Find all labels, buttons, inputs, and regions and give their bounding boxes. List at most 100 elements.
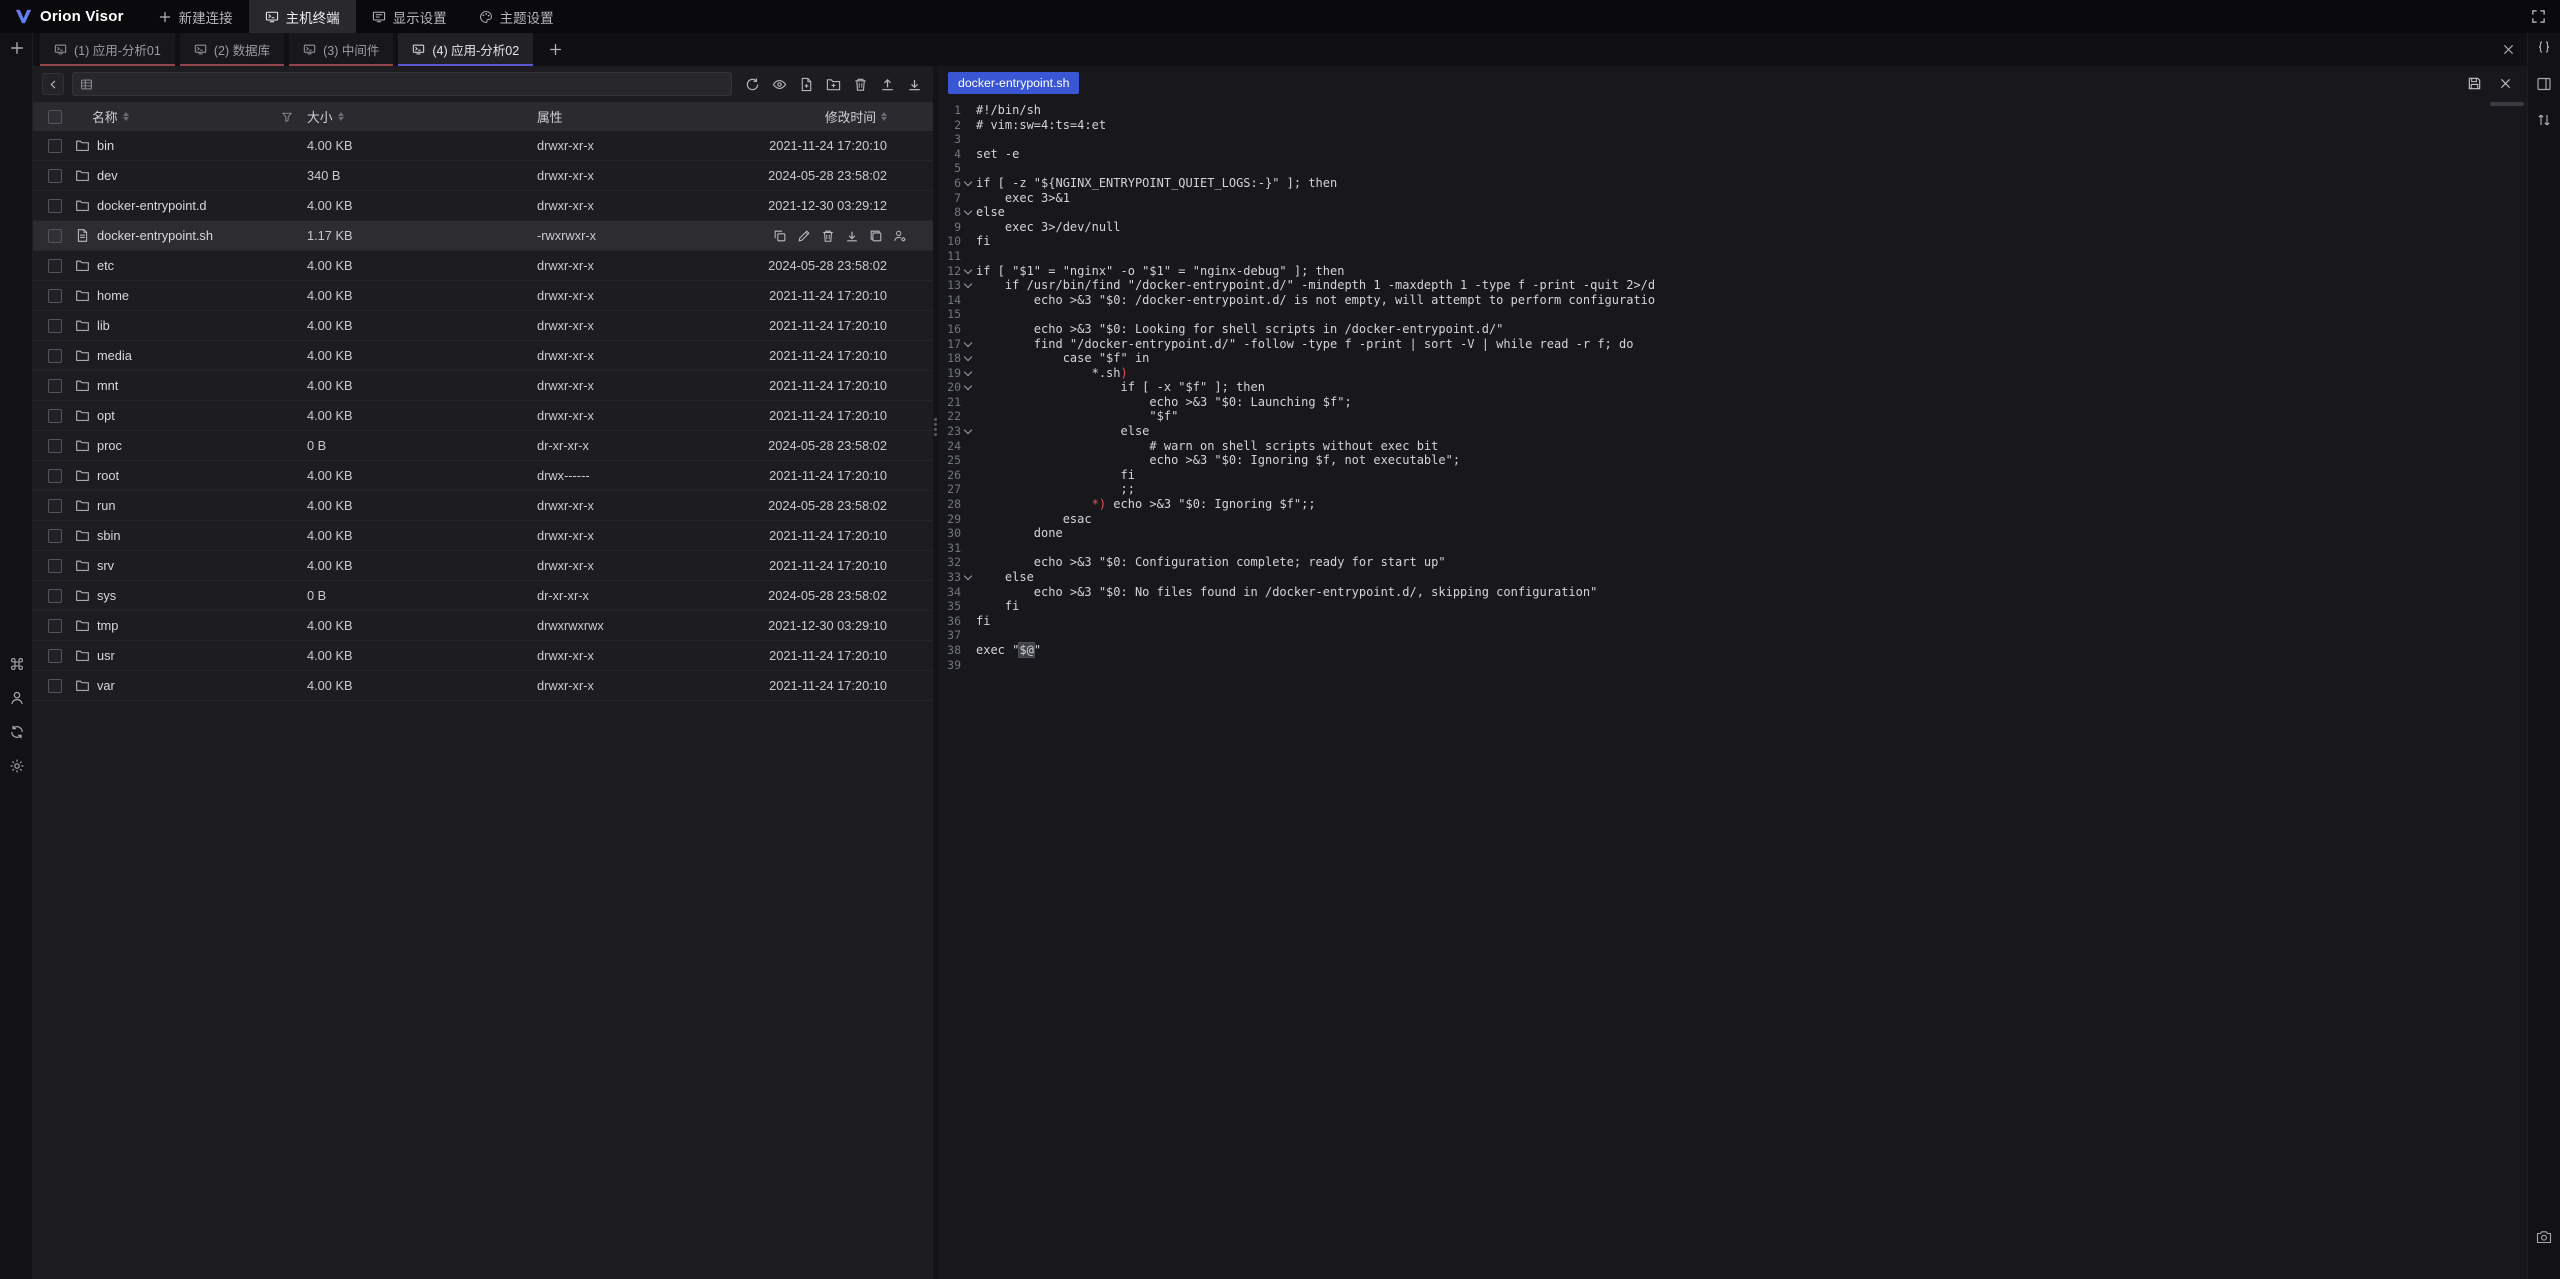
fold-chevron-icon[interactable] bbox=[961, 570, 976, 585]
file-name-cell[interactable]: opt bbox=[71, 408, 307, 423]
fold-chevron-icon[interactable] bbox=[961, 380, 976, 395]
select-all-checkbox[interactable] bbox=[48, 110, 62, 124]
row-checkbox[interactable] bbox=[48, 259, 62, 273]
add-tab-icon[interactable] bbox=[538, 33, 572, 66]
refresh-icon[interactable] bbox=[742, 74, 762, 94]
transfer-list-icon[interactable] bbox=[2527, 105, 2560, 135]
row-checkbox[interactable] bbox=[48, 559, 62, 573]
fold-chevron-icon[interactable] bbox=[961, 366, 976, 381]
row-checkbox[interactable] bbox=[48, 589, 62, 603]
file-row[interactable]: dev340 Bdrwxr-xr-x2024-05-28 23:58:02 bbox=[33, 161, 933, 191]
fold-chevron-icon[interactable] bbox=[961, 424, 976, 439]
file-row[interactable]: var4.00 KBdrwxr-xr-x2021-11-24 17:20:10 bbox=[33, 671, 933, 701]
terminal-tab[interactable]: (4) 应用-分析02 bbox=[398, 33, 533, 66]
nav-item[interactable]: 新建连接 bbox=[142, 0, 249, 33]
permissions-icon[interactable] bbox=[891, 227, 909, 245]
file-name-cell[interactable]: proc bbox=[71, 438, 307, 453]
save-icon[interactable] bbox=[2464, 73, 2484, 93]
file-name-cell[interactable]: var bbox=[71, 678, 307, 693]
upload-icon[interactable] bbox=[877, 74, 897, 94]
file-row[interactable]: docker-entrypoint.d4.00 KBdrwxr-xr-x2021… bbox=[33, 191, 933, 221]
delete-file-icon[interactable] bbox=[819, 227, 837, 245]
download-file-icon[interactable] bbox=[843, 227, 861, 245]
editor-close-icon[interactable] bbox=[2495, 73, 2515, 93]
row-checkbox[interactable] bbox=[48, 529, 62, 543]
file-name-cell[interactable]: media bbox=[71, 348, 307, 363]
row-checkbox[interactable] bbox=[48, 649, 62, 663]
settings-icon[interactable] bbox=[0, 751, 33, 781]
row-checkbox[interactable] bbox=[48, 199, 62, 213]
file-name-cell[interactable]: srv bbox=[71, 558, 307, 573]
row-checkbox[interactable] bbox=[48, 319, 62, 333]
row-checkbox[interactable] bbox=[48, 409, 62, 423]
row-checkbox[interactable] bbox=[48, 619, 62, 633]
fullscreen-icon[interactable] bbox=[2527, 6, 2549, 28]
delete-icon[interactable] bbox=[850, 74, 870, 94]
file-name-cell[interactable]: root bbox=[71, 468, 307, 483]
file-name-cell[interactable]: home bbox=[71, 288, 307, 303]
sort-size-icon[interactable] bbox=[338, 112, 344, 121]
row-checkbox[interactable] bbox=[48, 289, 62, 303]
file-name-cell[interactable]: etc bbox=[71, 258, 307, 273]
file-name-cell[interactable]: sbin bbox=[71, 528, 307, 543]
sync-icon[interactable] bbox=[0, 717, 33, 747]
file-name-cell[interactable]: docker-entrypoint.sh bbox=[71, 228, 307, 243]
code-editor[interactable]: 1#!/bin/sh2# vim:sw=4:ts=4:et34set -e56i… bbox=[939, 100, 2527, 1279]
file-name-cell[interactable]: tmp bbox=[71, 618, 307, 633]
fold-chevron-icon[interactable] bbox=[961, 176, 976, 191]
file-name-cell[interactable]: lib bbox=[71, 318, 307, 333]
file-row[interactable]: mnt4.00 KBdrwxr-xr-x2021-11-24 17:20:10 bbox=[33, 371, 933, 401]
open-file-chip[interactable]: docker-entrypoint.sh bbox=[948, 72, 1079, 94]
fold-chevron-icon[interactable] bbox=[961, 264, 976, 279]
file-row[interactable]: sys0 Bdr-xr-xr-x2024-05-28 23:58:02 bbox=[33, 581, 933, 611]
fold-chevron-icon[interactable] bbox=[961, 337, 976, 352]
edit-icon[interactable] bbox=[795, 227, 813, 245]
command-palette-icon[interactable] bbox=[0, 649, 33, 679]
file-row[interactable]: tmp4.00 KBdrwxrwxrwx2021-12-30 03:29:10 bbox=[33, 611, 933, 641]
fold-chevron-icon[interactable] bbox=[961, 205, 976, 220]
file-row[interactable]: sbin4.00 KBdrwxr-xr-x2021-11-24 17:20:10 bbox=[33, 521, 933, 551]
duplicate-icon[interactable] bbox=[867, 227, 885, 245]
variables-icon[interactable] bbox=[2527, 33, 2560, 63]
row-checkbox[interactable] bbox=[48, 499, 62, 513]
file-name-cell[interactable]: sys bbox=[71, 588, 307, 603]
file-row[interactable]: bin4.00 KBdrwxr-xr-x2021-11-24 17:20:10 bbox=[33, 131, 933, 161]
file-name-cell[interactable]: docker-entrypoint.d bbox=[71, 198, 307, 213]
file-name-cell[interactable]: bin bbox=[71, 138, 307, 153]
row-checkbox[interactable] bbox=[48, 229, 62, 243]
screenshot-icon[interactable] bbox=[2527, 1222, 2560, 1252]
file-name-cell[interactable]: mnt bbox=[71, 378, 307, 393]
sort-mtime-icon[interactable] bbox=[881, 112, 887, 121]
row-checkbox[interactable] bbox=[48, 379, 62, 393]
path-input[interactable] bbox=[99, 77, 724, 91]
file-row[interactable]: proc0 Bdr-xr-xr-x2024-05-28 23:58:02 bbox=[33, 431, 933, 461]
row-checkbox[interactable] bbox=[48, 439, 62, 453]
fold-chevron-icon[interactable] bbox=[961, 278, 976, 293]
file-row[interactable]: lib4.00 KBdrwxr-xr-x2021-11-24 17:20:10 bbox=[33, 311, 933, 341]
file-row[interactable]: run4.00 KBdrwxr-xr-x2024-05-28 23:58:02 bbox=[33, 491, 933, 521]
row-checkbox[interactable] bbox=[48, 679, 62, 693]
file-row[interactable]: etc4.00 KBdrwxr-xr-x2024-05-28 23:58:02 bbox=[33, 251, 933, 281]
row-checkbox[interactable] bbox=[48, 139, 62, 153]
back-button[interactable] bbox=[42, 73, 64, 95]
nav-item[interactable]: 主机终端 bbox=[249, 0, 356, 33]
copy-path-icon[interactable] bbox=[771, 227, 789, 245]
file-row[interactable]: usr4.00 KBdrwxr-xr-x2021-11-24 17:20:10 bbox=[33, 641, 933, 671]
file-row[interactable]: home4.00 KBdrwxr-xr-x2021-11-24 17:20:10 bbox=[33, 281, 933, 311]
show-hidden-icon[interactable] bbox=[769, 74, 789, 94]
file-name-cell[interactable]: usr bbox=[71, 648, 307, 663]
editor-scrollbar[interactable] bbox=[2490, 102, 2524, 106]
file-row[interactable]: opt4.00 KBdrwxr-xr-x2021-11-24 17:20:10 bbox=[33, 401, 933, 431]
file-row[interactable]: root4.00 KBdrwx------2021-11-24 17:20:10 bbox=[33, 461, 933, 491]
row-checkbox[interactable] bbox=[48, 469, 62, 483]
fold-chevron-icon[interactable] bbox=[961, 351, 976, 366]
nav-item[interactable]: 主题设置 bbox=[463, 0, 570, 33]
terminal-tab[interactable]: (3) 中间件 bbox=[289, 33, 393, 66]
row-checkbox[interactable] bbox=[48, 169, 62, 183]
terminal-tab[interactable]: (2) 数据库 bbox=[180, 33, 284, 66]
path-input-box[interactable] bbox=[72, 72, 732, 96]
filter-icon[interactable] bbox=[281, 111, 307, 123]
file-name-cell[interactable]: run bbox=[71, 498, 307, 513]
terminal-tab[interactable]: (1) 应用-分析01 bbox=[40, 33, 175, 66]
close-tabs-icon[interactable] bbox=[2489, 33, 2527, 66]
